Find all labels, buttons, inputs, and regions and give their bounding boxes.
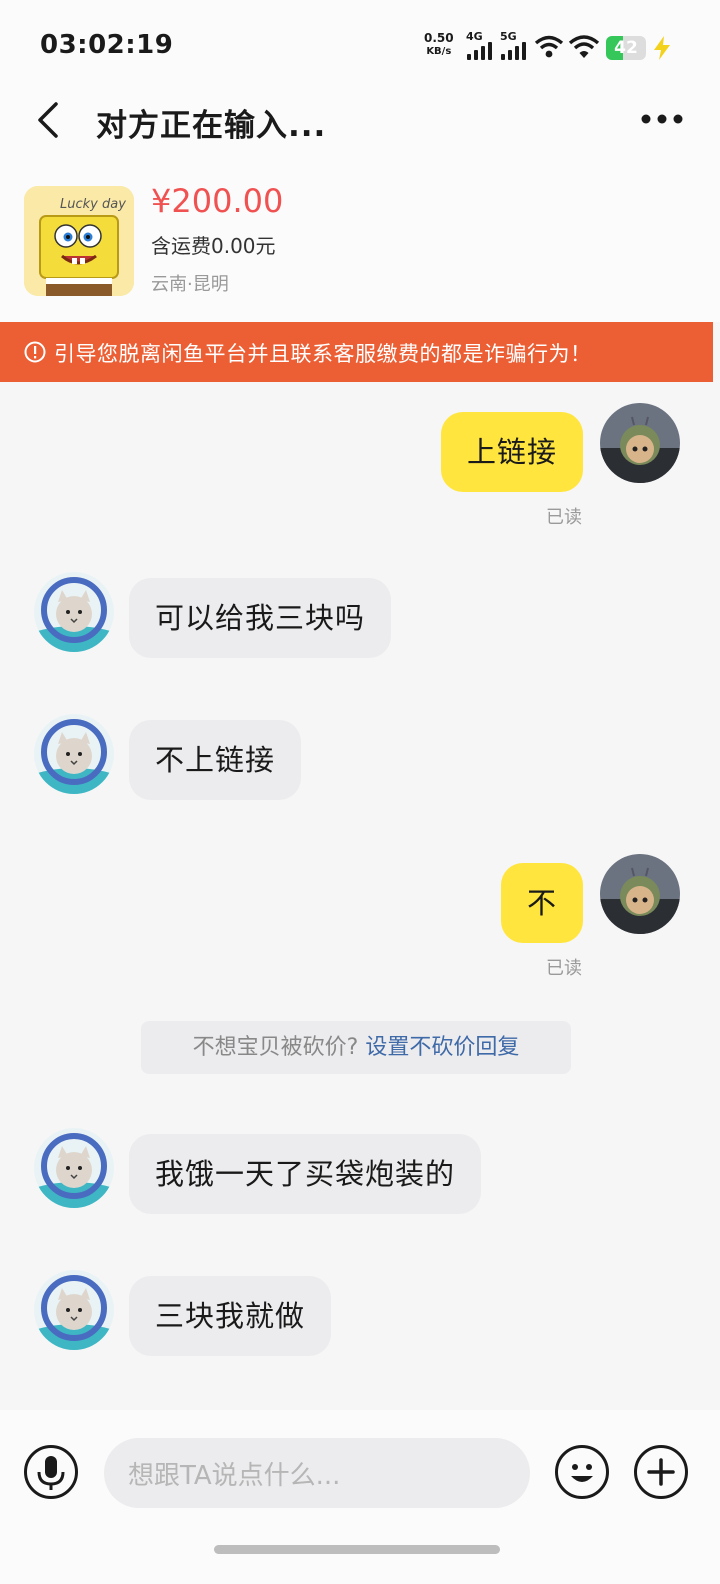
- message-bubble-received[interactable]: 不上链接: [129, 720, 302, 800]
- back-arrow-icon[interactable]: [30, 100, 70, 140]
- microphone-icon: [37, 1456, 65, 1490]
- read-receipt: 已读: [546, 958, 582, 979]
- my-avatar-image: [600, 854, 680, 934]
- my-avatar[interactable]: [600, 854, 680, 934]
- warning-icon: [24, 341, 46, 363]
- seller-avatar[interactable]: [34, 714, 114, 794]
- add-attachment-button[interactable]: [634, 1445, 688, 1499]
- hotspot-icon: [534, 35, 564, 58]
- product-price: ¥200.00: [151, 182, 284, 220]
- my-avatar-image: [600, 403, 680, 483]
- product-thumbnail[interactable]: Lucky day: [24, 186, 134, 296]
- message-bubble-received[interactable]: 可以给我三块吗: [129, 578, 392, 658]
- spongebob-image: Lucky day: [24, 186, 134, 296]
- seller-avatar[interactable]: [34, 1270, 114, 1350]
- fraud-warning-text: 引导您脱离闲鱼平台并且联系客服缴费的都是诈骗行为！: [54, 342, 592, 366]
- emoji-icon: [571, 1464, 593, 1482]
- my-avatar[interactable]: [600, 403, 680, 483]
- voice-input-button[interactable]: [24, 1445, 78, 1499]
- read-receipt: 已读: [546, 507, 582, 528]
- charging-bolt-icon: [654, 36, 670, 60]
- chat-title: 对方正在输入...: [96, 108, 327, 144]
- message-bubble-sent[interactable]: 上链接: [440, 412, 583, 492]
- more-options-icon[interactable]: [640, 104, 684, 134]
- message-bubble-received[interactable]: 我饿一天了买袋炮装的: [129, 1134, 482, 1214]
- network-speed-value: 0.50: [424, 31, 454, 45]
- signal-5g-icon: [501, 42, 526, 60]
- no-bargain-tip: 不想宝贝被砍价? 设置不砍价回复: [141, 1021, 571, 1074]
- signal-4g-icon: [467, 42, 492, 60]
- seller-avatar[interactable]: [34, 572, 114, 652]
- status-time: 03:02:19: [40, 30, 174, 60]
- battery-icon: 42: [606, 36, 646, 60]
- message-bubble-sent[interactable]: 不: [500, 863, 583, 943]
- product-location: 云南·昆明: [151, 274, 229, 295]
- no-bargain-settings-link[interactable]: 设置不砍价回复: [365, 1035, 519, 1060]
- cat-avatar-image: [34, 572, 114, 652]
- network-speed-unit: KB/s: [426, 46, 452, 57]
- network-speed: 0.50 KB/s: [424, 32, 454, 58]
- plus-icon: [647, 1458, 675, 1486]
- no-bargain-tip-text: 不想宝贝被砍价?: [192, 1035, 359, 1060]
- wifi-icon: [568, 35, 600, 58]
- cat-avatar-image: [34, 714, 114, 794]
- cat-avatar-image: [34, 1128, 114, 1208]
- home-indicator[interactable]: [214, 1545, 500, 1554]
- seller-avatar[interactable]: [34, 1128, 114, 1208]
- emoji-button[interactable]: [555, 1445, 609, 1499]
- cat-avatar-image: [34, 1270, 114, 1350]
- product-image-label: Lucky day: [60, 197, 126, 212]
- battery-percentage: 42: [614, 38, 638, 58]
- shipping-fee: 含运费0.00元: [151, 234, 276, 258]
- message-bubble-received[interactable]: 三块我就做: [129, 1276, 332, 1356]
- message-input-placeholder: 想跟TA说点什么...: [128, 1461, 341, 1491]
